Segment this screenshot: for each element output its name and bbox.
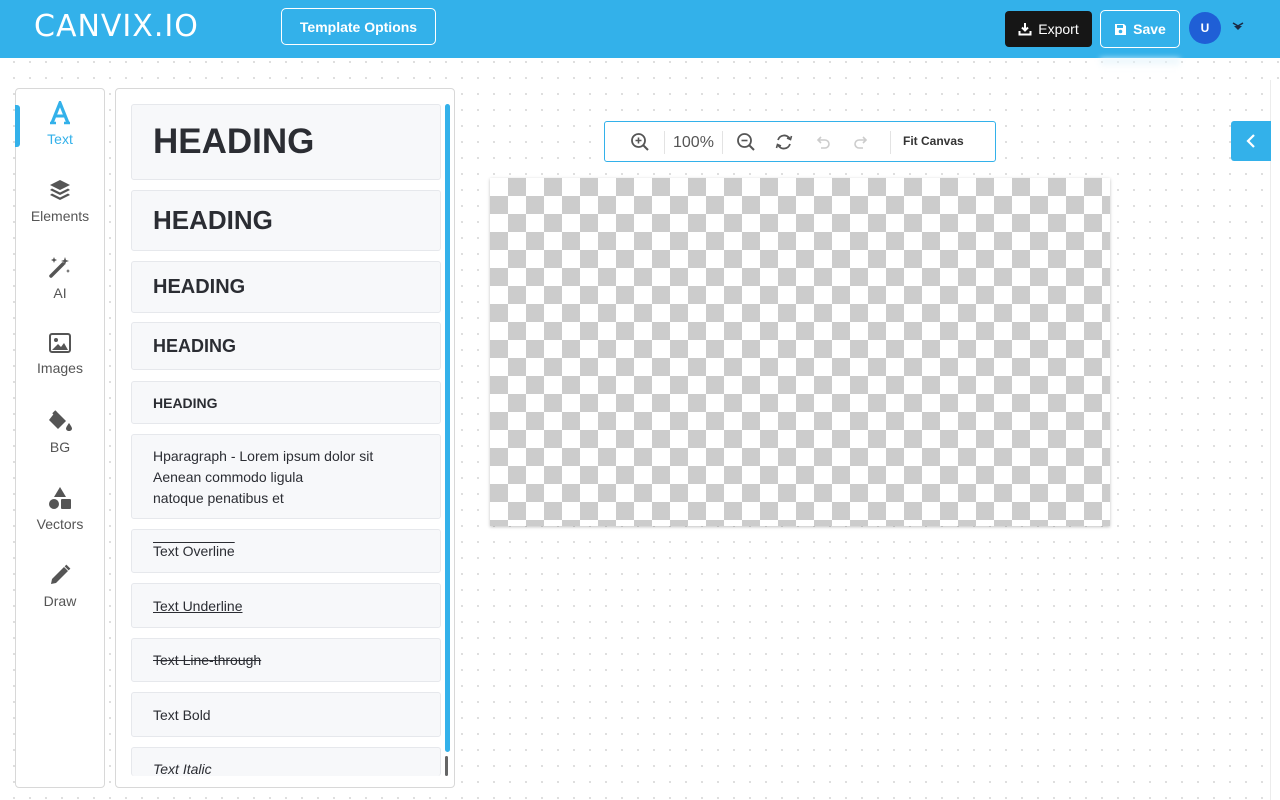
sidebar-item-text[interactable]: Text: [15, 89, 104, 159]
text-option-label: Text Overline: [153, 543, 235, 559]
sidebar-item-label: AI: [53, 285, 67, 301]
chevron-down-icon[interactable]: [1230, 20, 1246, 34]
image-icon: [49, 333, 71, 353]
heading-3-option[interactable]: HEADING: [131, 261, 441, 313]
paragraph-line: Hparagraph - Lorem ipsum dolor sit: [153, 448, 374, 464]
fit-canvas-button[interactable]: Fit Canvas: [903, 134, 964, 148]
sidebar-item-images[interactable]: Images: [16, 320, 104, 390]
sidebar-item-label: Text: [47, 131, 73, 147]
canvas-toolbar: 100% Fit Canvas: [604, 121, 996, 162]
heading-2-option[interactable]: HEADING: [131, 190, 441, 251]
zoom-out-icon[interactable]: [736, 132, 756, 152]
text-a-icon: [50, 101, 70, 125]
shapes-icon: [49, 487, 71, 509]
text-underline-option[interactable]: Text Underline: [131, 583, 441, 628]
sidebar-item-vectors[interactable]: Vectors: [16, 474, 104, 544]
download-icon: [1018, 23, 1032, 36]
text-option-label: Text Underline: [153, 597, 243, 614]
panel-scrollbar-end[interactable]: [445, 756, 448, 776]
sidebar-item-label: BG: [49, 439, 71, 455]
undo-icon[interactable]: [813, 132, 833, 152]
paragraph-line: Aenean commodo ligula: [153, 469, 304, 485]
logo[interactable]: CANVIX.IO: [34, 9, 199, 45]
sidebar-item-label: Images: [37, 360, 83, 376]
sidebar-item-label: Vectors: [36, 516, 84, 532]
panel-scrollbar-thumb[interactable]: [445, 104, 450, 752]
text-bold-option[interactable]: Text Bold: [131, 692, 441, 737]
text-option-label: Text Bold: [153, 706, 211, 723]
toolbar-divider: [664, 131, 665, 154]
pencil-icon: [51, 564, 71, 584]
heading-4-option[interactable]: HEADING: [131, 322, 441, 370]
template-options-button[interactable]: Template Options: [281, 8, 436, 45]
reset-icon[interactable]: [774, 132, 794, 152]
sidebar-item-label: Elements: [30, 208, 90, 224]
text-option-label: Text Line-through: [153, 652, 262, 668]
top-bar: CANVIX.IO Template Options Export Save U: [0, 0, 1280, 58]
sidebar-item-bg[interactable]: BG: [16, 397, 104, 467]
text-line-through-option[interactable]: Text Line-through: [131, 638, 441, 682]
right-panel-edge: [1270, 80, 1280, 800]
zoom-level: 100%: [673, 134, 714, 151]
text-option-label: HEADING: [153, 275, 246, 298]
toolbar-divider: [890, 131, 891, 154]
zoom-in-icon[interactable]: [630, 132, 650, 152]
text-overline-option[interactable]: Text Overline: [131, 529, 441, 573]
floppy-disk-icon: [1115, 23, 1127, 35]
heading-5-option[interactable]: HEADING: [131, 381, 441, 424]
text-option-label: HEADING: [153, 394, 218, 411]
heading-1-option[interactable]: HEADING: [131, 104, 441, 180]
sidebar-item-draw[interactable]: Draw: [16, 551, 104, 621]
paragraph-line: natoque penatibus et: [153, 490, 284, 506]
text-option-label: HEADING: [153, 205, 273, 235]
paragraph-option[interactable]: Hparagraph - Lorem ipsum dolor sit Aenea…: [131, 434, 441, 519]
paint-bucket-icon: [49, 410, 72, 431]
design-canvas[interactable]: [490, 178, 1110, 526]
text-option-label: HEADING: [153, 122, 315, 161]
expand-right-panel-button[interactable]: [1231, 121, 1271, 161]
magic-wand-icon: [49, 257, 70, 278]
chevron-left-icon: [1246, 134, 1255, 148]
save-label: Save: [1133, 21, 1166, 37]
text-italic-option[interactable]: Text Italic: [131, 747, 441, 776]
save-shadow: [1100, 58, 1180, 68]
text-option-label: Text Italic: [153, 761, 212, 776]
text-option-label: HEADING: [153, 335, 237, 356]
toolbar-divider: [722, 131, 723, 154]
export-label: Export: [1038, 21, 1079, 37]
sidebar-item-ai[interactable]: AI: [16, 243, 104, 313]
export-button[interactable]: Export: [1005, 11, 1092, 47]
sidebar-item-elements[interactable]: Elements: [16, 166, 104, 236]
avatar[interactable]: U: [1189, 12, 1221, 44]
layers-icon: [50, 180, 70, 200]
save-button[interactable]: Save: [1100, 10, 1180, 48]
redo-icon[interactable]: [851, 132, 871, 152]
sidebar-nav: Text Elements AI Images BG Vectors Draw: [15, 88, 105, 788]
sidebar-item-label: Draw: [43, 593, 77, 609]
